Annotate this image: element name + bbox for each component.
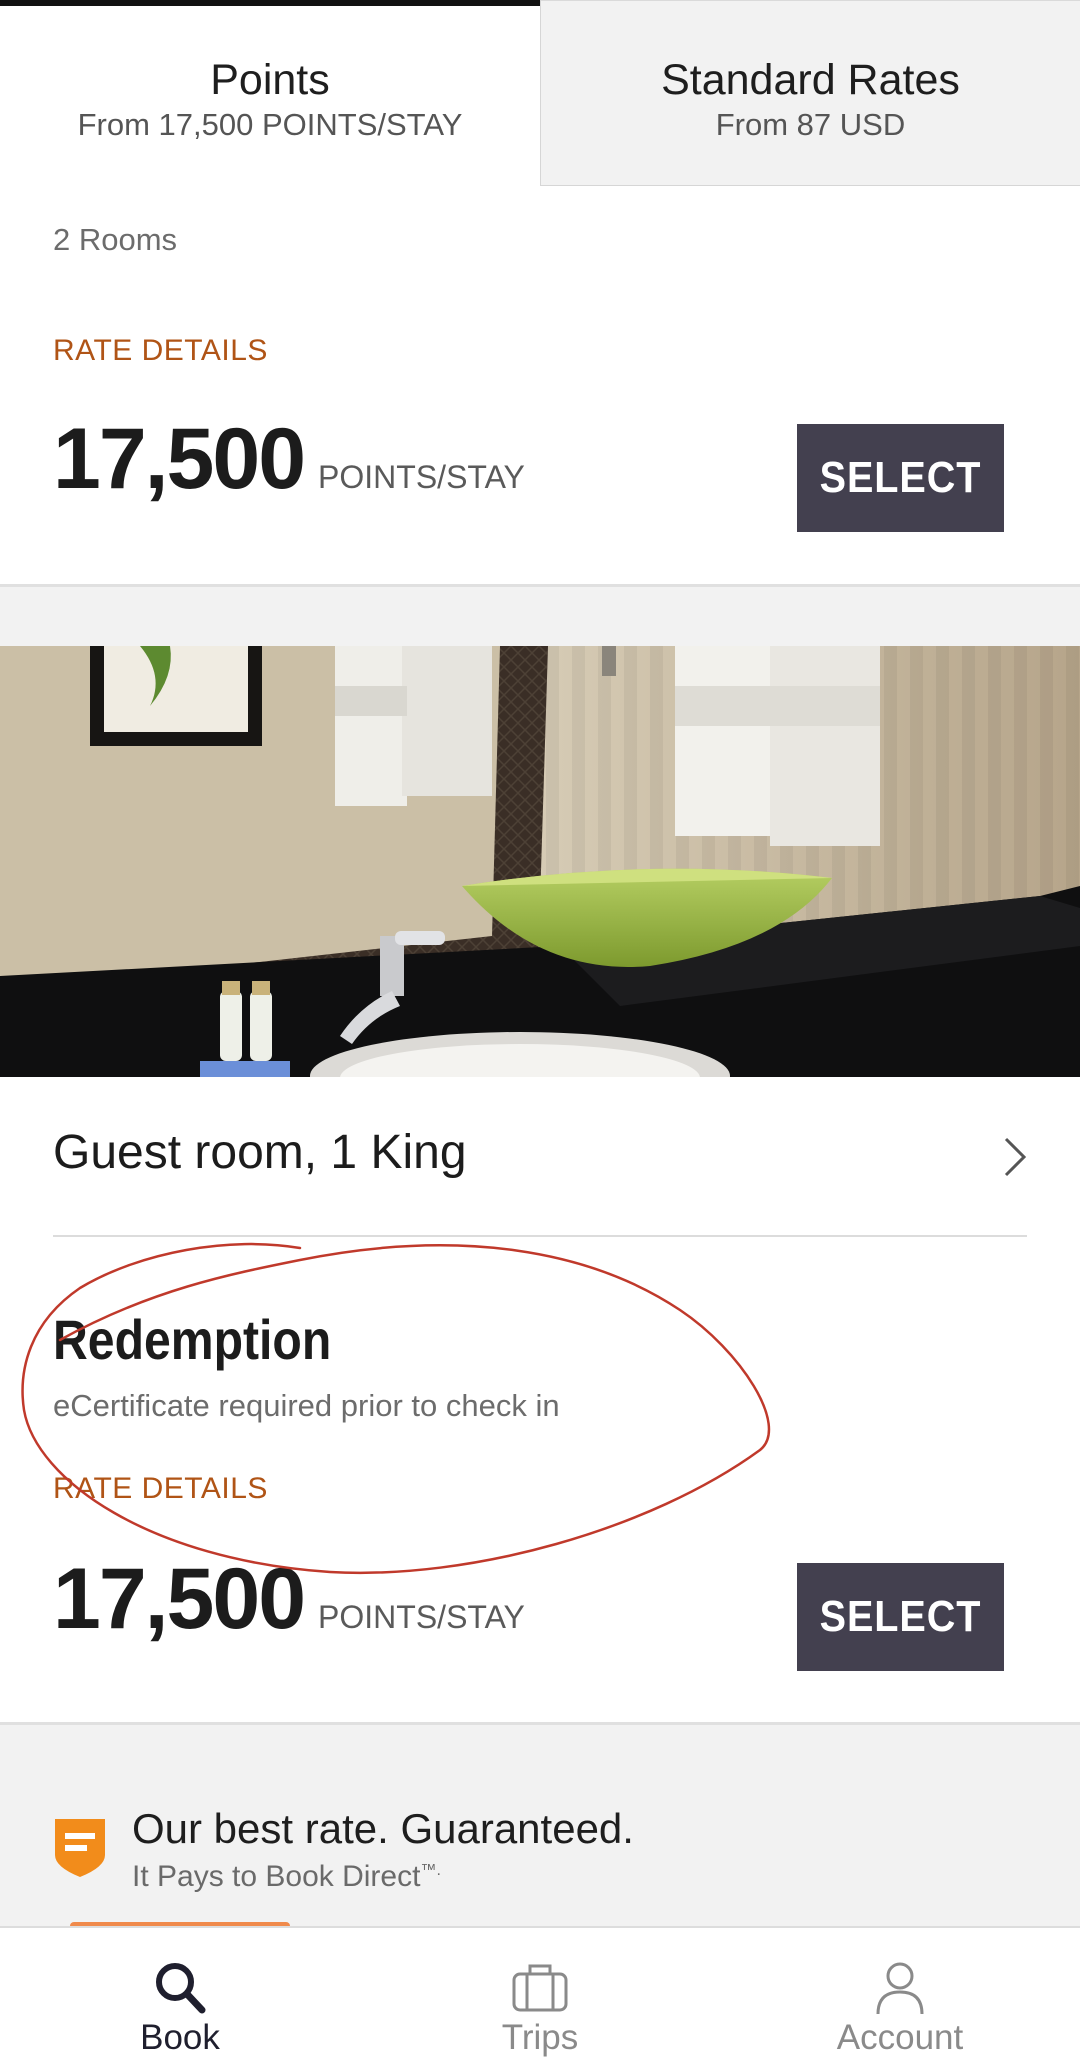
nav-account-label: Account <box>836 2018 964 2057</box>
rate-details-link[interactable]: RATE DETAILS <box>53 334 268 368</box>
price-row: 17,500 POINTS/STAY <box>53 410 525 509</box>
points-price: 17,500 <box>53 411 306 507</box>
price-unit: POINTS/STAY <box>318 1599 525 1635</box>
trademark-mark: ™. <box>420 1862 441 1879</box>
room-photo <box>0 646 1080 1077</box>
rate-details-link[interactable]: RATE DETAILS <box>53 1472 268 1506</box>
nav-trips[interactable]: Trips <box>360 1928 720 2071</box>
guarantee-subtitle: It Pays to Book Direct™. <box>132 1860 441 1894</box>
nav-book-label: Book <box>140 2018 220 2057</box>
nav-book[interactable]: Book <box>0 1928 360 2071</box>
search-icon <box>156 1963 206 2014</box>
rate-title: Redemption <box>53 1308 332 1371</box>
price-row: 17,500 POINTS/STAY <box>53 1550 525 1649</box>
rate-description: eCertificate required prior to check in <box>53 1388 560 1423</box>
divider <box>53 1235 1027 1237</box>
person-icon <box>876 1962 924 2015</box>
tab-standard-rates-subtitle: From 87 USD <box>715 107 906 142</box>
rate-tabs: Points From 17,500 POINTS/STAY Standard … <box>0 0 1080 186</box>
tab-points[interactable]: Points From 17,500 POINTS/STAY <box>0 0 540 186</box>
shield-flag-icon <box>55 1819 105 1877</box>
tab-points-subtitle: From 17,500 POINTS/STAY <box>77 107 463 142</box>
select-button[interactable]: SELECT <box>797 1563 1004 1671</box>
room-name[interactable]: Guest room, 1 King <box>53 1125 467 1180</box>
nav-account[interactable]: Account <box>720 1928 1080 2071</box>
nav-trips-label: Trips <box>501 2018 579 2057</box>
briefcase-icon <box>512 1964 568 2012</box>
guarantee-subtitle-text: It Pays to Book Direct <box>132 1860 421 1893</box>
price-unit: POINTS/STAY <box>318 459 525 495</box>
guarantee-title: Our best rate. Guaranteed. <box>132 1805 634 1852</box>
rooms-count: 2 Rooms <box>53 222 178 257</box>
tab-standard-rates[interactable]: Standard Rates From 87 USD <box>540 0 1080 186</box>
tab-standard-rates-title: Standard Rates <box>661 56 960 104</box>
tab-points-title: Points <box>210 56 330 104</box>
select-button[interactable]: SELECT <box>797 424 1004 532</box>
section-separator <box>0 584 1080 646</box>
chevron-right-icon[interactable] <box>1000 1133 1030 1181</box>
points-price: 17,500 <box>53 1551 306 1647</box>
bottom-nav: Book Trips Account <box>0 1926 1080 2071</box>
